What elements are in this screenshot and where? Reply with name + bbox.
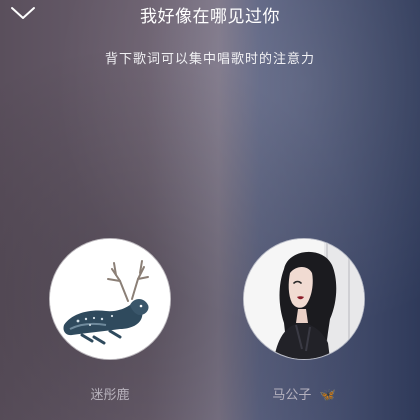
song-title: 我好像在哪见过你: [140, 7, 280, 27]
participant-name: 迷彤鹿: [90, 388, 130, 403]
participant-name: 马公子: [272, 388, 312, 403]
lyric-tip: 背下歌词可以集中唱歌时的注意力: [104, 52, 315, 67]
top-bar: 我好像在哪见过你: [0, 0, 420, 30]
deer-avatar[interactable]: [50, 239, 170, 359]
participant-right: 马公子 🦋: [244, 239, 364, 409]
butterfly-badge-icon: 🦋: [319, 388, 336, 403]
participant-left: 迷彤鹿: [50, 239, 170, 409]
participant-name-row: 迷彤鹿: [40, 384, 180, 403]
participant-name-row: 马公子 🦋: [234, 384, 374, 403]
girl-portrait-avatar[interactable]: [244, 239, 364, 359]
